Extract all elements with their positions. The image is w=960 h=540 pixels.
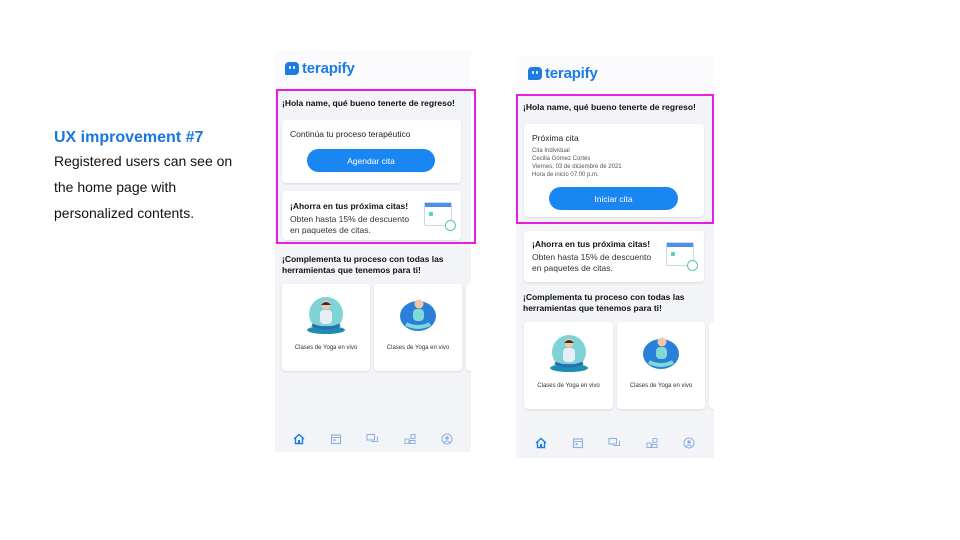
clock-icon	[687, 260, 698, 271]
promo-line: Obten hasta 15% de descuento	[290, 214, 410, 224]
yoga-class-tile[interactable]: Clases de Yoga en vivo	[617, 322, 705, 409]
schedule-appointment-button[interactable]: Agendar cita	[307, 149, 435, 172]
yoga-class-tile[interactable]: Clases de Yoga en vivo	[374, 284, 462, 371]
logo-text: terapify	[302, 60, 355, 77]
bottom-nav	[275, 428, 471, 450]
section-heading-line: herramientas que tenemos para ti!	[523, 303, 662, 313]
promo-card[interactable]: ¡Ahorra en tus próxima citas! Obten hast…	[524, 231, 704, 282]
next-appointment-title: Próxima cita	[532, 133, 579, 143]
yoga-illustration-icon	[400, 299, 436, 331]
logo-icon	[528, 67, 542, 80]
yoga-illustration-icon	[643, 337, 679, 369]
logo-icon	[285, 62, 299, 75]
yoga-illustration-icon	[307, 297, 345, 334]
calendar-icon	[666, 242, 698, 271]
calendar-icon[interactable]	[329, 432, 343, 446]
tile-caption: Clases de Yoga en vivo	[386, 345, 450, 351]
chat-icon[interactable]	[608, 436, 622, 450]
yoga-class-tile[interactable]: Clases de Yoga en vivo	[282, 284, 370, 371]
app-bar: terapify	[516, 56, 714, 94]
appointment-type: Cita Individual	[532, 148, 570, 154]
calendar-dot	[671, 252, 675, 256]
appointment-details: Cita Individual Cecilia Gómez Cortés Vie…	[532, 147, 622, 179]
profile-icon[interactable]	[440, 432, 454, 446]
tools-icon[interactable]	[403, 432, 417, 446]
caption-line: personalized contents.	[54, 205, 195, 221]
section-heading-line: ¡Complementa tu proceso con todas las	[523, 292, 685, 302]
calendar-icon	[424, 202, 456, 231]
app-bar: terapify	[275, 50, 471, 88]
promo-title: ¡Ahorra en tus próxima citas!	[290, 201, 409, 211]
home-icon[interactable]	[292, 432, 306, 446]
start-appointment-button[interactable]: Iniciar cita	[549, 187, 678, 210]
profile-icon[interactable]	[682, 436, 696, 450]
section-heading-line: ¡Complementa tu proceso con todas las	[282, 254, 444, 264]
promo-line: Obten hasta 15% de descuento	[532, 252, 652, 262]
caption-line: Registered users can see on	[54, 153, 233, 169]
promo-line: en paquetes de citas.	[532, 263, 613, 273]
phone-screen-after: terapify ¡Hola name, qué bueno tenerte d…	[516, 56, 714, 458]
greeting-text: ¡Hola name, qué bueno tenerte de regreso…	[282, 98, 455, 108]
next-appointment-card: Próxima cita Cita Individual Cecilia Góm…	[524, 124, 704, 217]
home-icon[interactable]	[534, 436, 548, 450]
greeting-text: ¡Hola name, qué bueno tenerte de regreso…	[523, 102, 696, 112]
yoga-class-tile-partial[interactable]	[709, 322, 714, 409]
clock-icon	[445, 220, 456, 231]
section-heading-line: herramientas que tenemos para ti!	[282, 265, 421, 275]
chat-icon[interactable]	[366, 432, 380, 446]
section-heading: ¡Complementa tu proceso con todas las he…	[282, 254, 444, 276]
caption-line: the home page with	[54, 179, 177, 195]
tools-icon[interactable]	[645, 436, 659, 450]
promo-title: ¡Ahorra en tus próxima citas!	[532, 239, 651, 249]
appointment-time: Hora de inicio 07:00 p.m.	[532, 172, 599, 178]
yoga-class-tile-partial[interactable]	[466, 284, 471, 371]
tile-caption: Clases de Yoga en vivo	[537, 383, 600, 389]
promo-line: en paquetes de citas.	[290, 225, 371, 235]
logo-text: terapify	[545, 65, 598, 82]
terapify-logo[interactable]: terapify	[528, 65, 598, 82]
tile-caption: Clases de Yoga en vivo	[294, 345, 358, 351]
caption-title: UX improvement #7	[54, 129, 204, 146]
yoga-class-tile[interactable]: Clases de Yoga en vivo	[524, 322, 613, 409]
section-heading: ¡Complementa tu proceso con todas las he…	[523, 292, 685, 314]
slide-caption: UX improvement #7 Registered users can s…	[54, 128, 254, 226]
process-text: Continúa tu proceso terapéutico	[290, 129, 411, 139]
phone-screen-before: terapify ¡Hola name, qué bueno tenerte d…	[275, 50, 471, 452]
promo-card[interactable]: ¡Ahorra en tus próxima citas! Obten hast…	[282, 191, 461, 240]
process-card: Continúa tu proceso terapéutico Agendar …	[282, 120, 461, 183]
promo-description: Obten hasta 15% de descuento en paquetes…	[290, 214, 409, 236]
calendar-dot	[429, 212, 433, 216]
promo-description: Obten hasta 15% de descuento en paquetes…	[532, 252, 651, 274]
therapist-name: Cecilia Gómez Cortés	[532, 156, 591, 162]
terapify-logo[interactable]: terapify	[285, 60, 355, 77]
calendar-icon[interactable]	[571, 436, 585, 450]
bottom-nav	[516, 432, 714, 454]
tile-caption: Clases de Yoga en vivo	[629, 383, 693, 389]
appointment-date: Viernes, 03 de diciembre de 2021	[532, 164, 622, 170]
yoga-illustration-icon	[549, 335, 588, 372]
